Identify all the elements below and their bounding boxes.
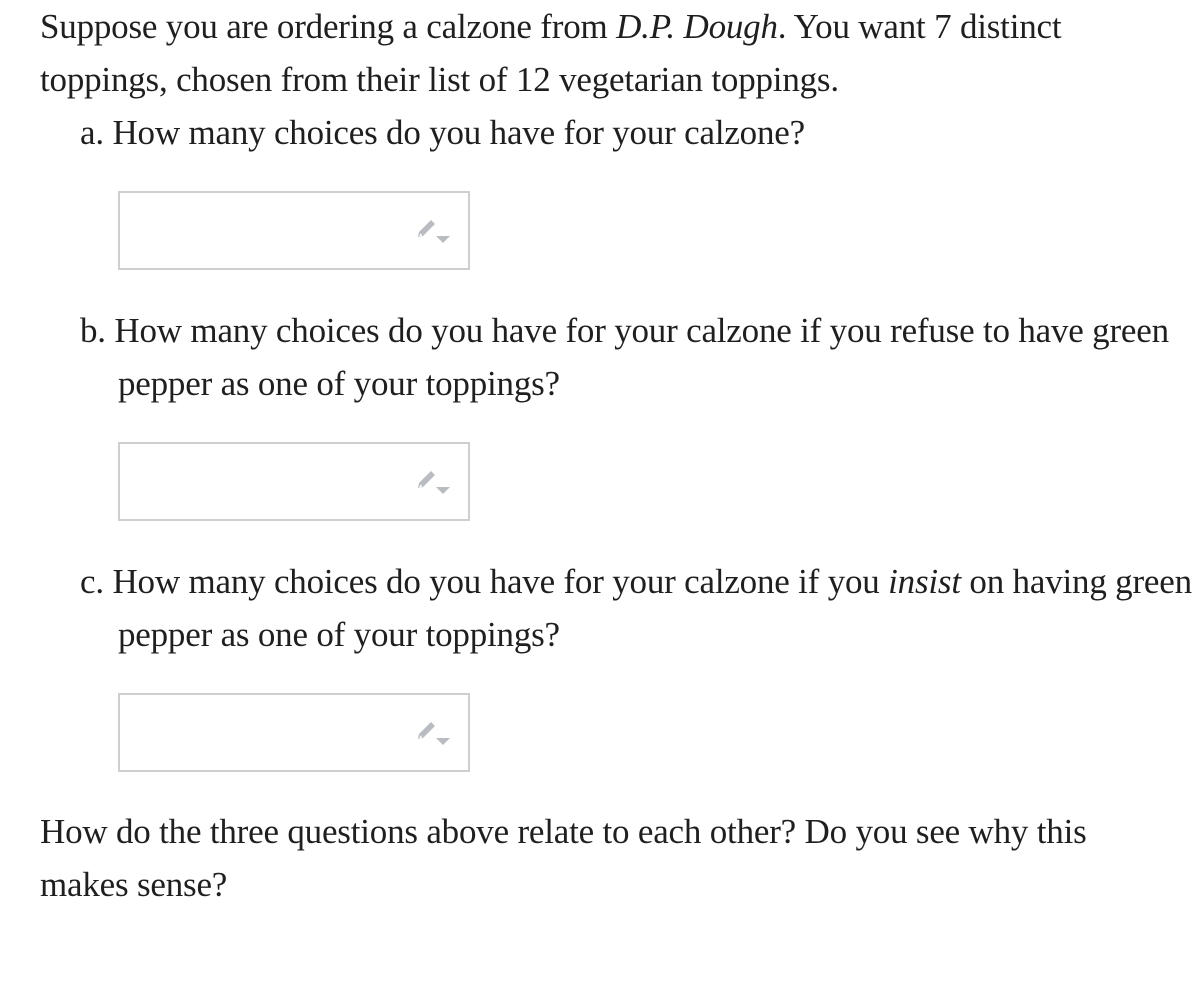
answer-box-c[interactable] <box>118 693 470 772</box>
pencil-dropdown-icon[interactable] <box>414 721 452 747</box>
question-a: a. How many choices do you have for your… <box>80 106 1200 159</box>
answer-input-a[interactable] <box>120 193 400 268</box>
question-a-label: a. <box>80 113 104 152</box>
answer-box-b[interactable] <box>118 442 470 521</box>
restaurant-name: D.P. Dough <box>616 7 778 46</box>
question-c-label: c. <box>80 562 104 601</box>
question-c-emphasis: insist <box>888 562 961 601</box>
question-b-text: How many choices do you have for your ca… <box>114 311 1169 403</box>
answer-input-b[interactable] <box>120 444 400 519</box>
question-b-label: b. <box>80 311 106 350</box>
answer-input-c[interactable] <box>120 695 400 770</box>
question-c: c. How many choices do you have for your… <box>80 555 1200 661</box>
pencil-dropdown-icon[interactable] <box>414 470 452 496</box>
question-b: b. How many choices do you have for your… <box>80 304 1200 410</box>
intro-text-1: Suppose you are ordering a calzone from <box>40 7 617 46</box>
question-a-text: How many choices do you have for your ca… <box>112 113 805 152</box>
pencil-dropdown-icon[interactable] <box>414 219 452 245</box>
problem-intro: Suppose you are ordering a calzone from … <box>40 0 1170 106</box>
question-c-text-1: How many choices do you have for your ca… <box>112 562 889 601</box>
answer-box-a[interactable] <box>118 191 470 270</box>
closing-question: How do the three questions above relate … <box>40 812 1087 904</box>
